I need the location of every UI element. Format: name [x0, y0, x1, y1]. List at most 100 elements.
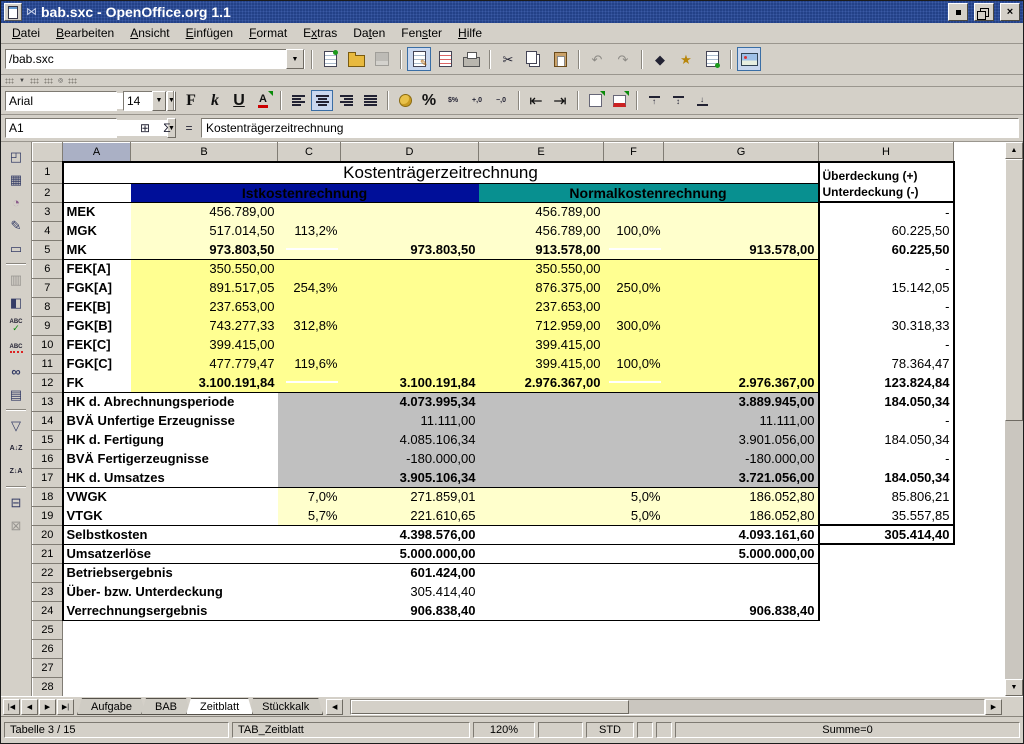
sheet-tab-aufgabe[interactable]: Aufgabe	[77, 698, 146, 715]
sheet-tab-stueckkalk[interactable]: Stückkalk	[248, 698, 323, 715]
cell-B10[interactable]: 399.415,00	[131, 335, 278, 354]
cell-A25[interactable]	[63, 620, 954, 639]
row-header-14[interactable]: 14	[33, 411, 63, 430]
row-header-13[interactable]: 13	[33, 392, 63, 411]
vertical-scrollbar-track[interactable]	[1005, 159, 1023, 679]
cell-G17[interactable]: 3.721.056,00	[664, 468, 819, 487]
menu-hilfe[interactable]: Hilfe	[450, 24, 490, 42]
menu-format[interactable]: Format	[241, 24, 295, 42]
justify-button[interactable]	[359, 90, 381, 111]
cell-H8[interactable]: -	[819, 297, 954, 316]
form-functions-button[interactable]: ▭	[4, 237, 29, 260]
row-header-5[interactable]: 5	[33, 240, 63, 259]
cell-G24[interactable]: 906.838,40	[664, 601, 819, 620]
row-header-8[interactable]: 8	[33, 297, 63, 316]
toolbar-grip[interactable]	[30, 78, 39, 84]
row-header-22[interactable]: 22	[33, 563, 63, 582]
cell-C12[interactable]	[278, 373, 341, 392]
name-box[interactable]: ▼	[5, 118, 117, 138]
cell-C13[interactable]	[278, 392, 341, 411]
cell-B11[interactable]: 477.779,47	[131, 354, 278, 373]
standard-format-button[interactable]: $%	[442, 90, 464, 111]
cell-H21[interactable]	[819, 544, 954, 563]
cell-C15[interactable]	[278, 430, 341, 449]
cell-A14[interactable]: BVÄ Unfertige Erzeugnisse	[63, 411, 278, 430]
cell-A28[interactable]	[63, 677, 954, 696]
app-icon[interactable]	[4, 3, 22, 21]
font-name-combobox[interactable]: ▼	[5, 91, 117, 111]
cell-G18[interactable]: 186.052,80	[664, 487, 819, 506]
font-size-combobox[interactable]: ▼	[123, 91, 167, 111]
cell-D4[interactable]	[341, 221, 479, 240]
cell-H24[interactable]	[819, 601, 954, 620]
cell-E2[interactable]: Normalkostenrechnung	[479, 183, 819, 202]
cell-E14[interactable]	[479, 411, 604, 430]
cell-C20[interactable]	[278, 525, 341, 544]
cell-F22[interactable]	[604, 563, 664, 582]
cell-G8[interactable]	[664, 297, 819, 316]
cell-F21[interactable]	[604, 544, 664, 563]
scroll-right-button[interactable]: ▶	[985, 699, 1002, 715]
cell-D18[interactable]: 271.859,01	[341, 487, 479, 506]
font-size-dropdown[interactable]: ▼	[152, 91, 166, 111]
gallery-button[interactable]	[737, 47, 761, 71]
font-color-button[interactable]: A	[252, 90, 274, 111]
cell-C10[interactable]	[278, 335, 341, 354]
increase-indent-button[interactable]: ⇥	[549, 90, 571, 111]
cell-C22[interactable]	[278, 563, 341, 582]
cell-G22[interactable]	[664, 563, 819, 582]
cell-H12[interactable]: 123.824,84	[819, 373, 954, 392]
cell-A3[interactable]: MEK	[63, 202, 131, 221]
first-sheet-button[interactable]: |◀	[3, 699, 20, 715]
cell-F11[interactable]: 100,0%	[604, 354, 664, 373]
cell-E13[interactable]	[479, 392, 604, 411]
row-header-21[interactable]: 21	[33, 544, 63, 563]
cell-H6[interactable]: -	[819, 259, 954, 278]
col-header-B[interactable]: B	[131, 143, 278, 162]
cell-D9[interactable]	[341, 316, 479, 335]
autospellcheck-button[interactable]: ABC	[4, 337, 29, 360]
row-header-28[interactable]: 28	[33, 677, 63, 696]
cell-A11[interactable]: FGK[C]	[63, 354, 131, 373]
cell-F18[interactable]: 5,0%	[604, 487, 664, 506]
cell-H2[interactable]: Unterdeckung (-)	[819, 183, 954, 202]
cell-F12[interactable]	[604, 373, 664, 392]
group-button[interactable]: ⊟	[4, 491, 29, 514]
last-sheet-button[interactable]: ▶|	[57, 699, 74, 715]
row-header-18[interactable]: 18	[33, 487, 63, 506]
menu-fenster[interactable]: Fenster	[393, 24, 450, 42]
row-header-15[interactable]: 15	[33, 430, 63, 449]
cell-D11[interactable]	[341, 354, 479, 373]
sort-descending-button[interactable]: Z↓A	[4, 460, 29, 483]
cell-A20[interactable]: Selbstkosten	[63, 525, 278, 544]
cell-H13[interactable]: 184.050,34	[819, 392, 954, 411]
align-vcenter-button[interactable]: ↕	[667, 90, 689, 111]
cell-D17[interactable]: 3.905.106,34	[341, 468, 479, 487]
row-header-19[interactable]: 19	[33, 506, 63, 525]
row-header-2[interactable]: 2	[33, 183, 63, 202]
sort-ascending-button[interactable]: A↓Z	[4, 437, 29, 460]
vertical-scrollbar-thumb[interactable]	[1005, 159, 1023, 421]
cell-A15[interactable]: HK d. Fertigung	[63, 430, 278, 449]
cell-D14[interactable]: 11.111,00	[341, 411, 479, 430]
cell-H11[interactable]: 78.364,47	[819, 354, 954, 373]
col-header-C[interactable]: C	[278, 143, 341, 162]
row-header-10[interactable]: 10	[33, 335, 63, 354]
cell-A23[interactable]: Über- bzw. Unterdeckung	[63, 582, 278, 601]
cell-A18[interactable]: VWGK	[63, 487, 131, 506]
background-color-button[interactable]	[608, 90, 630, 111]
cell-G19[interactable]: 186.052,80	[664, 506, 819, 525]
font-size-input[interactable]	[124, 93, 152, 109]
cell-G23[interactable]	[664, 582, 819, 601]
cell-B18[interactable]	[131, 487, 278, 506]
cell-A1[interactable]: Kostenträgerzeitrechnung	[63, 162, 819, 184]
row-header-27[interactable]: 27	[33, 658, 63, 677]
cell-G10[interactable]	[664, 335, 819, 354]
menu-bearbeiten[interactable]: Bearbeiten	[48, 24, 122, 42]
cell-H9[interactable]: 30.318,33	[819, 316, 954, 335]
row-header-6[interactable]: 6	[33, 259, 63, 278]
export-pdf-button[interactable]	[433, 47, 457, 71]
data-sources-button[interactable]: ▤	[4, 383, 29, 406]
url-combobox[interactable]: ▼	[5, 49, 305, 69]
cell-F19[interactable]: 5,0%	[604, 506, 664, 525]
